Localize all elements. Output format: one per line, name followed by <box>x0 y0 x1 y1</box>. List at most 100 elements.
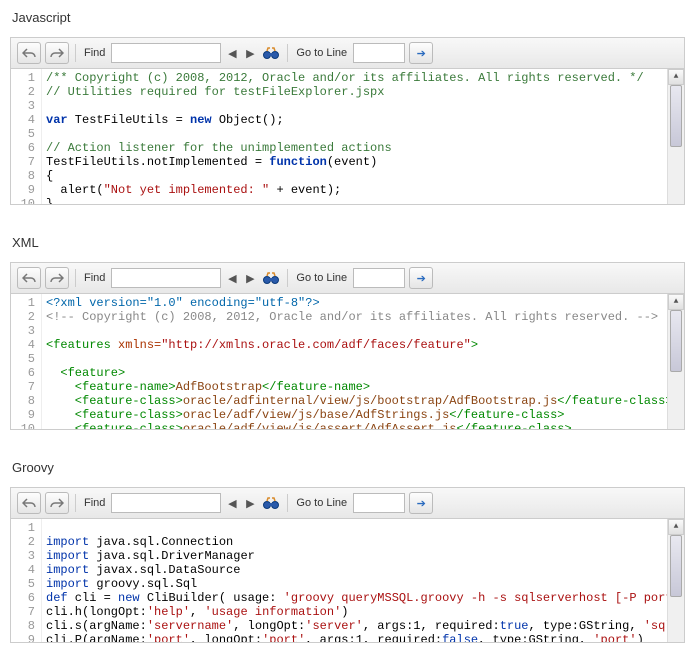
toolbar: Find ◀ ▶ Go to Line ➔ <box>11 38 684 69</box>
undo-button[interactable] <box>17 42 41 64</box>
code-content[interactable]: import java.sql.Connection import java.s… <box>42 519 667 642</box>
line-num: 7 <box>15 605 35 619</box>
t: CliBuilder( usage: <box>140 591 284 605</box>
find-next-button[interactable]: ▶ <box>243 494 257 512</box>
code-line: // Action listener for the unimplemented… <box>46 141 392 155</box>
section-javascript: Javascript Find ◀ ▶ Go to Line ➔ 1 2 3 4… <box>10 10 685 205</box>
section-title: XML <box>10 235 685 250</box>
scrollbar[interactable]: ▲ <box>667 69 684 204</box>
t: import <box>46 549 89 563</box>
t: 'help' <box>147 605 190 619</box>
goto-input[interactable] <box>353 493 405 513</box>
find-input[interactable] <box>111 268 221 288</box>
line-num: 10 <box>15 197 35 204</box>
t: , type:GString, <box>478 633 593 642</box>
scroll-thumb[interactable] <box>670 310 682 372</box>
scroll-thumb[interactable] <box>670 535 682 597</box>
t: <feature-class> <box>46 422 183 429</box>
editor-box: Find ◀ ▶ Go to Line ➔ 1 2 3 4 5 6 7 8 9 … <box>10 487 685 643</box>
scroll-up-icon[interactable]: ▲ <box>668 519 684 535</box>
find-prev-button[interactable]: ◀ <box>225 44 239 62</box>
section-title: Javascript <box>10 10 685 25</box>
line-num: 1 <box>15 296 35 310</box>
t: </feature-name> <box>262 380 370 394</box>
find-next-button[interactable]: ▶ <box>243 269 257 287</box>
t: cli = <box>68 591 118 605</box>
t: import <box>46 563 89 577</box>
binoculars-icon[interactable] <box>261 44 281 62</box>
gutter: 1 2 3 4 5 6 7 8 9 10 <box>11 69 42 204</box>
t: java.sql.DriverManager <box>89 549 255 563</box>
t: import <box>46 535 89 549</box>
find-prev-button[interactable]: ◀ <box>225 269 239 287</box>
section-groovy: Groovy Find ◀ ▶ Go to Line ➔ 1 2 3 4 5 6… <box>10 460 685 643</box>
separator <box>287 269 288 287</box>
find-input[interactable] <box>111 43 221 63</box>
line-num: 2 <box>15 85 35 99</box>
t: ) <box>637 633 644 642</box>
separator <box>287 44 288 62</box>
code-content[interactable]: /** Copyright (c) 2008, 2012, Oracle and… <box>42 69 667 204</box>
find-input[interactable] <box>111 493 221 513</box>
t: def <box>46 591 68 605</box>
find-label: Find <box>82 497 107 509</box>
undo-button[interactable] <box>17 492 41 514</box>
find-prev-button[interactable]: ◀ <box>225 494 239 512</box>
find-next-button[interactable]: ▶ <box>243 44 257 62</box>
line-num: 3 <box>15 549 35 563</box>
find-label: Find <box>82 47 107 59</box>
goto-button[interactable]: ➔ <box>409 42 433 64</box>
scroll-up-icon[interactable]: ▲ <box>668 294 684 310</box>
scrollbar[interactable]: ▲ <box>667 294 684 429</box>
t: cli.P(argName: <box>46 633 147 642</box>
binoculars-icon[interactable] <box>261 269 281 287</box>
line-num: 4 <box>15 338 35 352</box>
code-line: /** Copyright (c) 2008, 2012, Oracle and… <box>46 71 644 85</box>
goto-button[interactable]: ➔ <box>409 492 433 514</box>
t: <feature-name> <box>46 380 176 394</box>
t: <feature-class> <box>46 394 183 408</box>
t: "http://xmlns.oracle.com/adf/faces/featu… <box>161 338 471 352</box>
scroll-up-icon[interactable]: ▲ <box>668 69 684 85</box>
goto-label: Go to Line <box>294 47 349 59</box>
redo-button[interactable] <box>45 267 69 289</box>
t: groovy.sql.Sql <box>89 577 197 591</box>
t: 'port' <box>593 633 636 642</box>
undo-button[interactable] <box>17 267 41 289</box>
t: new <box>190 113 212 127</box>
t: , args:1, required: <box>305 633 442 642</box>
t: <?xml version="1.0" encoding="utf-8"?> <box>46 296 320 310</box>
toolbar: Find ◀ ▶ Go to Line ➔ <box>11 488 684 519</box>
t: 'port' <box>147 633 190 642</box>
scrollbar[interactable]: ▲ <box>667 519 684 642</box>
code-area: 1 2 3 4 5 6 7 8 9 10 /** Copyright (c) 2… <box>11 69 684 204</box>
line-num: 4 <box>15 563 35 577</box>
redo-button[interactable] <box>45 492 69 514</box>
line-num: 3 <box>15 99 35 113</box>
line-num: 2 <box>15 310 35 324</box>
t: <!-- Copyright (c) 2008, 2012, Oracle an… <box>46 310 658 324</box>
t: Object(); <box>212 113 284 127</box>
t: + event); <box>269 183 341 197</box>
goto-input[interactable] <box>353 268 405 288</box>
code-content[interactable]: <?xml version="1.0" encoding="utf-8"?> <… <box>42 294 667 429</box>
code-line: // Utilities required for testFileExplor… <box>46 85 384 99</box>
redo-button[interactable] <box>45 42 69 64</box>
separator <box>75 44 76 62</box>
goto-button[interactable]: ➔ <box>409 267 433 289</box>
binoculars-icon[interactable] <box>261 494 281 512</box>
line-num: 9 <box>15 183 35 197</box>
t: 'groovy queryMSSQL.groovy -h -s sqlserve… <box>284 591 667 605</box>
t: </feature-class> <box>557 394 667 408</box>
editor-box: Find ◀ ▶ Go to Line ➔ 1 2 3 4 5 6 7 8 9 … <box>10 37 685 205</box>
t: <feature-class> <box>46 408 183 422</box>
t: "Not yet implemented: " <box>104 183 270 197</box>
scroll-thumb[interactable] <box>670 85 682 147</box>
goto-input[interactable] <box>353 43 405 63</box>
t: <features <box>46 338 111 352</box>
line-num: 5 <box>15 577 35 591</box>
code-area: 1 2 3 4 5 6 7 8 9 10 <?xml version="1.0"… <box>11 294 684 429</box>
section-title: Groovy <box>10 460 685 475</box>
line-num: 1 <box>15 71 35 85</box>
t: oracle/adf/view/js/assert/AdfAssert.js <box>183 422 457 429</box>
